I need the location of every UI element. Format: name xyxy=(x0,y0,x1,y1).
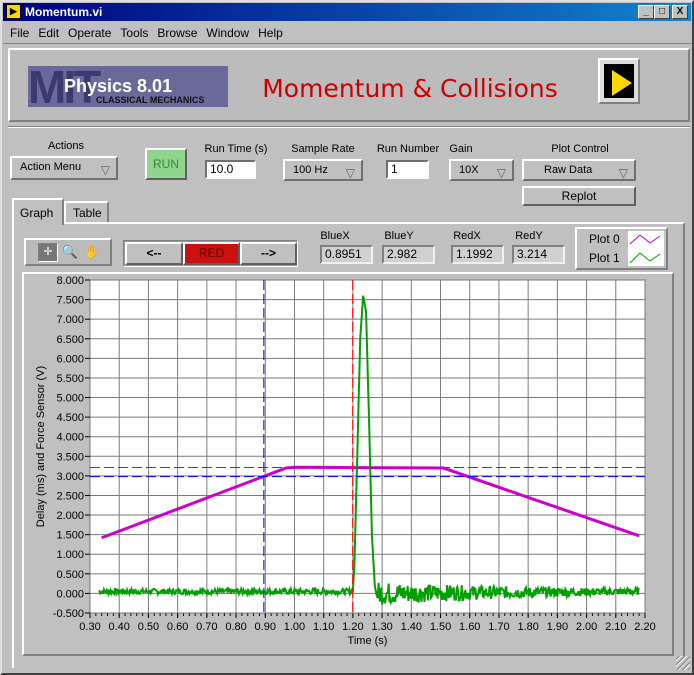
x-tick-label: 1.20 xyxy=(342,621,363,633)
x-axis-label: Time (s) xyxy=(348,635,388,647)
y-tick-label: 2.000 xyxy=(56,510,84,522)
x-tick-label: 0.30 xyxy=(79,621,100,633)
x-tick-label: 0.90 xyxy=(255,621,276,633)
x-tick-label: 1.00 xyxy=(284,621,305,633)
y-tick-label: 8.000 xyxy=(56,275,84,287)
y-tick-label: 5.000 xyxy=(56,393,84,405)
x-tick-label: 1.80 xyxy=(517,621,538,633)
x-tick-label: 1.50 xyxy=(430,621,451,633)
y-axis-label: Delay (ms) and Force Sensor (V) xyxy=(35,366,47,527)
y-tick-label: 0.500 xyxy=(56,569,84,581)
y-tick-label: 1.000 xyxy=(56,549,84,561)
x-tick-label: 1.40 xyxy=(401,621,422,633)
x-tick-label: 1.70 xyxy=(488,621,509,633)
y-tick-label: 3.500 xyxy=(56,451,84,463)
y-tick-label: 7.000 xyxy=(56,314,84,326)
x-tick-label: 0.50 xyxy=(138,621,159,633)
y-tick-label: 2.500 xyxy=(56,490,84,502)
waveform-graph[interactable]: 0.30 0.40 0.50 0.60 0.70 0.80 0.90 1.00 1.10 1.20… xyxy=(0,0,694,675)
x-tick-label: 1.60 xyxy=(459,621,480,633)
y-tick-label: 4.000 xyxy=(56,432,84,444)
x-tick-label: 2.20 xyxy=(634,621,655,633)
x-tick-label: 2.00 xyxy=(576,621,597,633)
y-tick-label: 6.500 xyxy=(56,334,84,346)
x-tick-label: 0.70 xyxy=(196,621,217,633)
y-tick-label: 5.500 xyxy=(56,373,84,385)
x-tick-label: 1.10 xyxy=(313,621,334,633)
y-tick-label: 4.500 xyxy=(56,412,84,424)
x-tick-label: 2.10 xyxy=(605,621,626,633)
y-tick-label: 3.000 xyxy=(56,471,84,483)
x-tick-label: 0.80 xyxy=(225,621,246,633)
x-tick-label: 1.30 xyxy=(371,621,392,633)
x-tick-label: 0.40 xyxy=(108,621,129,633)
y-tick-label: 6.000 xyxy=(56,353,84,365)
y-tick-label: 0.000 xyxy=(56,588,84,600)
x-tick-label: 1.90 xyxy=(547,621,568,633)
x-tick-label: 0.60 xyxy=(167,621,188,633)
resize-grip[interactable] xyxy=(676,656,690,670)
y-tick-label: 1.500 xyxy=(56,530,84,542)
y-tick-label: 7.500 xyxy=(56,295,84,307)
y-tick-label: -0.500 xyxy=(53,608,84,620)
